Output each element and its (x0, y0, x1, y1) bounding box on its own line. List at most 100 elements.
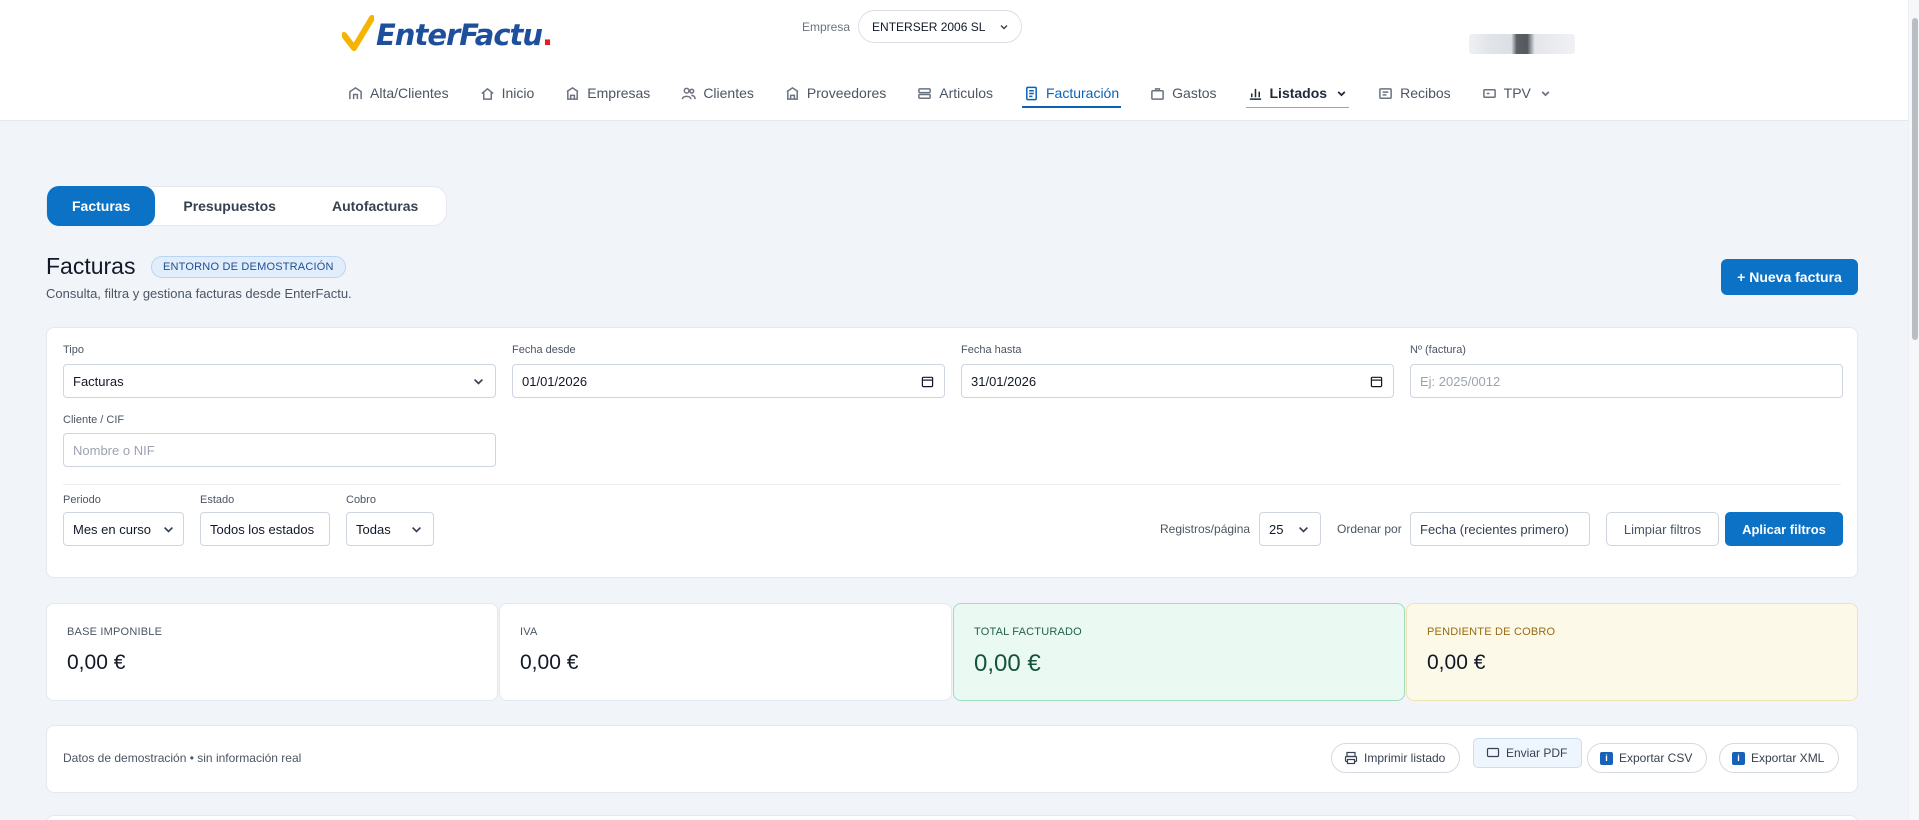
fecha-desde-label: Fecha desde (512, 344, 576, 356)
cobro-value: Todas (356, 521, 391, 537)
cliente-cif-input[interactable]: Nombre o NIF (63, 433, 496, 467)
periodo-label: Periodo (63, 494, 101, 506)
tipo-label: Tipo (63, 344, 84, 356)
user-avatar-blurred[interactable] (1469, 34, 1575, 54)
demo-environment-badge: ENTORNO DE DEMOSTRACIÓN (151, 256, 346, 278)
info-icon: i (1600, 751, 1613, 765)
numero-factura-label: Nº (factura) (1410, 344, 1466, 356)
page-scrollbar[interactable] (1908, 0, 1919, 820)
bar-chart-icon (1249, 88, 1261, 100)
nav-label: Alta/Clientes (370, 85, 449, 101)
summary-label: IVA (520, 626, 538, 638)
nav-label: Clientes (703, 85, 754, 101)
chevron-down-icon (164, 526, 173, 533)
nav-articulos[interactable]: Articulos (917, 80, 993, 106)
ordenar-value: Fecha (recientes primero) (1420, 521, 1569, 537)
nav-label: TPV (1503, 85, 1531, 101)
cobro-select[interactable]: Todas (346, 512, 434, 546)
tab-autofacturas[interactable]: Autofacturas (304, 186, 446, 226)
estado-value: Todos los estados (210, 521, 315, 537)
print-list-label: Imprimir listado (1364, 751, 1446, 765)
pos-icon (1482, 88, 1496, 98)
summary-iva: IVA 0,00 € (499, 603, 952, 701)
summary-value: 0,00 € (974, 650, 1041, 677)
tab-facturas[interactable]: Facturas (47, 186, 156, 226)
scrollbar-thumb[interactable] (1912, 18, 1918, 340)
chevron-down-icon (474, 378, 483, 385)
store-icon (566, 86, 579, 100)
main-nav: Alta/Clientes Inicio Empresas Clientes P… (348, 80, 1582, 108)
numero-factura-placeholder: Ej: 2025/0012 (1420, 373, 1501, 389)
export-xml-button[interactable]: i Exportar XML (1719, 743, 1840, 773)
chevron-down-icon (1000, 24, 1008, 29)
calendar-icon[interactable] (1370, 375, 1383, 388)
receipt-icon (1379, 87, 1392, 99)
nav-gastos[interactable]: Gastos (1150, 80, 1217, 106)
layers-icon (918, 87, 932, 99)
nav-label: Empresas (587, 85, 651, 101)
clear-filters-button[interactable]: Limpiar filtros (1606, 512, 1719, 546)
enterfactu-logo[interactable]: EnterFactu. (342, 14, 553, 56)
nav-label: Proveedores (806, 85, 887, 101)
numero-factura-input[interactable]: Ej: 2025/0012 (1410, 364, 1843, 398)
printer-icon (1344, 751, 1358, 765)
nav-proveedores[interactable]: Proveedores (785, 80, 886, 106)
nav-alta-clientes[interactable]: Alta/Clientes (348, 80, 449, 106)
home-icon (480, 87, 494, 100)
page-title: Facturas (46, 253, 136, 279)
nav-recibos[interactable]: Recibos (1378, 80, 1451, 106)
document-type-tabs: Facturas Presupuestos Autofacturas (46, 186, 448, 226)
export-csv-label: Exportar CSV (1619, 751, 1693, 765)
periodo-select[interactable]: Mes en curso (63, 512, 184, 546)
page-subtitle: Consulta, filtra y gestiona facturas des… (46, 286, 352, 301)
print-list-button[interactable]: Imprimir listado (1331, 743, 1461, 773)
nav-label: Gastos (1172, 85, 1217, 101)
summary-pendiente-cobro: PENDIENTE DE COBRO 0,00 € (1406, 603, 1858, 701)
nav-label: Listados (1269, 85, 1328, 101)
periodo-value: Mes en curso (73, 521, 152, 537)
registros-select[interactable]: 25 (1259, 512, 1321, 546)
nav-label: Facturación (1045, 85, 1120, 101)
nav-inicio[interactable]: Inicio (480, 80, 535, 106)
results-card-edge (46, 815, 1858, 820)
nav-clientes[interactable]: Clientes (681, 80, 754, 106)
registros-label: Registros/página (1160, 522, 1251, 536)
nav-listados[interactable]: Listados (1245, 80, 1349, 108)
summary-value: 0,00 € (1427, 651, 1486, 674)
tab-presupuestos[interactable]: Presupuestos (155, 186, 304, 226)
checkmark-logo-icon (342, 15, 374, 51)
calendar-icon[interactable] (921, 375, 934, 388)
nav-tpv[interactable]: TPV (1482, 80, 1551, 106)
cliente-cif-label: Cliente / CIF (63, 414, 125, 426)
demo-data-note: Datos de demostración • sin información … (63, 751, 302, 765)
chevron-down-icon (1299, 526, 1308, 533)
company-label: Empresa (802, 19, 851, 34)
company-select[interactable]: ENTERSER 2006 SL (858, 10, 1023, 43)
users-icon (681, 87, 697, 99)
export-xml-label: Exportar XML (1751, 751, 1825, 765)
nav-label: Inicio (501, 85, 535, 101)
tipo-value: Facturas (73, 373, 124, 389)
invoice-icon (1026, 86, 1037, 100)
fecha-desde-input[interactable]: 01/01/2026 (512, 364, 945, 398)
tipo-select[interactable]: Facturas (63, 364, 496, 398)
summary-base-imponible: BASE IMPONIBLE 0,00 € (46, 603, 498, 701)
briefcase-icon (1151, 87, 1165, 100)
new-invoice-button[interactable]: + Nueva factura (1721, 259, 1858, 295)
nav-empresas[interactable]: Empresas (565, 80, 650, 106)
export-csv-button[interactable]: i Exportar CSV (1587, 743, 1708, 773)
filters-divider (63, 484, 1841, 485)
nav-label: Articulos (939, 85, 993, 101)
ordenar-label: Ordenar por (1337, 522, 1402, 536)
nav-facturacion[interactable]: Facturación (1021, 80, 1122, 108)
fecha-hasta-input[interactable]: 31/01/2026 (961, 364, 1394, 398)
send-pdf-label: Enviar PDF (1506, 746, 1568, 760)
logo-text: EnterFactu (376, 18, 543, 52)
export-actions-bar: Datos de demostración • sin información … (46, 725, 1858, 793)
ordenar-select[interactable]: Fecha (recientes primero) (1410, 512, 1590, 546)
estado-select[interactable]: Todos los estados (200, 512, 330, 546)
send-pdf-button[interactable]: Enviar PDF (1473, 738, 1583, 768)
store-icon (786, 86, 799, 100)
apply-filters-button[interactable]: Aplicar filtros (1725, 512, 1843, 546)
monitor-icon (1486, 747, 1500, 758)
